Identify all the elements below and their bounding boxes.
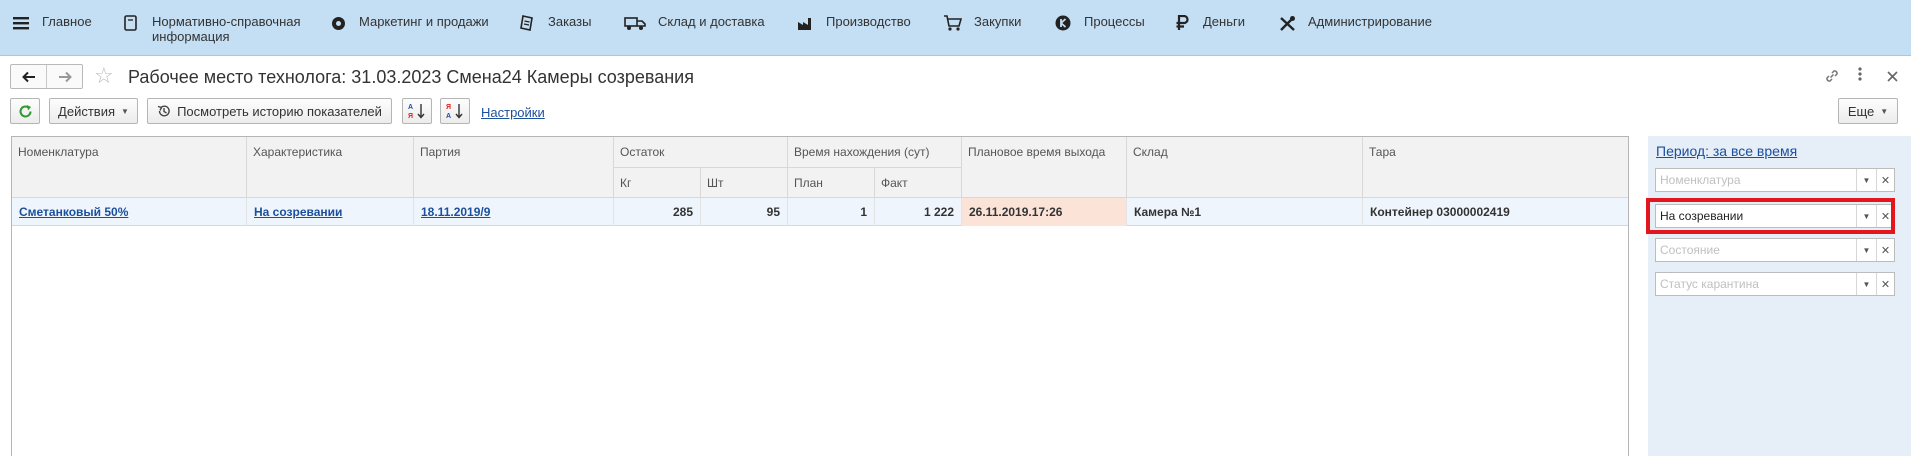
nomenclature-filter-field[interactable]: Номенклатура ▼ ✕ (1655, 168, 1895, 192)
sort-ascending-button[interactable]: АЯ (402, 98, 432, 124)
section-label: Нормативно-справочная информация (152, 14, 301, 44)
history-button[interactable]: Посмотреть историю показателей (147, 98, 392, 124)
svg-text:А: А (408, 104, 413, 111)
clear-icon[interactable]: ✕ (1876, 239, 1894, 261)
column-header-remainder[interactable]: Остаток (614, 137, 788, 168)
cell-pcs: 95 (701, 198, 788, 226)
section-label: Склад и доставка (658, 14, 765, 29)
section-label: Процессы (1084, 14, 1145, 29)
cart-icon (942, 14, 962, 32)
cell-characteristic[interactable]: На созревании (247, 198, 414, 226)
history-label: Посмотреть историю показателей (177, 103, 382, 119)
section-marketing[interactable]: Маркетинг и продажи (329, 14, 489, 32)
section-processes[interactable]: Процессы (1054, 14, 1145, 32)
section-orders[interactable]: Заказы (518, 14, 591, 32)
more-button[interactable]: Еще ▼ (1838, 98, 1898, 124)
ruble-icon (1173, 14, 1191, 32)
cell-container: Контейнер 03000002419 (1370, 205, 1510, 219)
back-button[interactable] (11, 65, 47, 88)
cell-fact: 1 222 (875, 198, 962, 226)
state-filter-input[interactable]: Состояние (1656, 239, 1856, 261)
reference-book-icon (122, 14, 140, 32)
highlight-annotation-box (1646, 198, 1895, 234)
sort-descending-icon: ЯА (446, 104, 463, 120)
refresh-button[interactable] (10, 98, 40, 124)
svg-text:Я: Я (408, 113, 413, 120)
data-table[interactable]: Номенклатура Характеристика Партия Остат… (11, 136, 1629, 456)
table-row[interactable]: Сметанковый 50% На созревании 18.11.2019… (12, 198, 1628, 226)
link-icon[interactable] (1824, 68, 1840, 87)
section-label: Маркетинг и продажи (359, 14, 489, 29)
forward-button[interactable] (47, 65, 82, 88)
orders-icon (518, 14, 536, 32)
column-header-plan[interactable]: План (788, 168, 875, 198)
chevron-down-icon[interactable]: ▼ (1856, 169, 1876, 191)
section-label: Администрирование (1308, 14, 1432, 29)
cell-plan: 1 (788, 198, 875, 226)
section-main[interactable]: Главное (12, 14, 92, 32)
cell-kg: 285 (614, 198, 701, 226)
page-title: Рабочее место технолога: 31.03.2023 Смен… (128, 67, 694, 87)
truck-icon (624, 14, 646, 32)
state-filter-field[interactable]: Состояние ▼ ✕ (1655, 238, 1895, 262)
cell-planned-exit: 26.11.2019.17:26 (962, 198, 1127, 226)
actions-button[interactable]: Действия ▼ (49, 98, 138, 124)
section-label: Заказы (548, 14, 592, 29)
column-header-fact[interactable]: Факт (875, 168, 962, 198)
quarantine-status-filter-field[interactable]: Статус карантина ▼ ✕ (1655, 272, 1895, 296)
column-header-planned-exit[interactable]: Плановое время выхода (962, 137, 1127, 198)
arrow-right-icon (58, 71, 72, 82)
nomenclature-filter-input[interactable]: Номенклатура (1656, 169, 1856, 191)
section-production[interactable]: Производство (796, 14, 911, 32)
column-header-kg[interactable]: Кг (614, 168, 701, 198)
clear-icon[interactable]: ✕ (1876, 273, 1894, 295)
history-icon (157, 104, 171, 118)
column-header-pcs[interactable]: Шт (701, 168, 788, 198)
cell-batch[interactable]: 18.11.2019/9 (414, 198, 614, 226)
sort-ascending-icon: АЯ (408, 104, 425, 120)
tools-icon (1278, 14, 1296, 32)
section-label: Производство (826, 14, 911, 29)
svg-text:А: А (446, 113, 451, 120)
favorite-star-icon[interactable]: ☆ (94, 63, 114, 89)
menu-icon (12, 14, 30, 32)
svg-text:Я: Я (446, 104, 451, 111)
actions-label: Действия (58, 103, 116, 119)
processes-icon (1054, 14, 1072, 32)
section-reference[interactable]: Нормативно-справочная информация (122, 14, 302, 44)
more-vertical-icon[interactable] (1858, 67, 1862, 84)
settings-link[interactable]: Настройки (481, 105, 545, 120)
more-label: Еще (1847, 103, 1875, 119)
column-header-characteristic[interactable]: Характеристика (247, 137, 414, 198)
cell-warehouse: Камера №1 (1127, 198, 1363, 226)
quarantine-status-filter-input[interactable]: Статус карантина (1656, 273, 1856, 295)
period-link[interactable]: Период: за все время (1656, 143, 1797, 159)
factory-icon (796, 14, 814, 32)
sections-panel: Главное Нормативно-справочная информация… (0, 0, 1911, 56)
clear-icon[interactable]: ✕ (1876, 169, 1894, 191)
section-money[interactable]: Деньги (1173, 14, 1245, 32)
arrow-left-icon (21, 71, 35, 82)
section-purchases[interactable]: Закупки (942, 14, 1021, 32)
navigation-buttons (10, 64, 83, 89)
chevron-down-icon[interactable]: ▼ (1856, 273, 1876, 295)
section-label: Закупки (974, 14, 1022, 29)
refresh-icon (19, 104, 31, 117)
column-header-container[interactable]: Тара (1363, 137, 1628, 198)
sort-descending-button[interactable]: ЯА (440, 98, 470, 124)
chevron-down-icon: ▼ (1880, 106, 1889, 116)
chevron-down-icon: ▼ (121, 106, 129, 116)
column-header-nomenclature[interactable]: Номенклатура (12, 137, 247, 198)
close-icon[interactable] (1887, 69, 1898, 85)
section-warehouse[interactable]: Склад и доставка (624, 14, 765, 32)
marketing-icon (329, 14, 347, 32)
section-label: Главное (42, 14, 92, 29)
section-administration[interactable]: Администрирование (1278, 14, 1432, 32)
column-header-batch[interactable]: Партия (414, 137, 614, 198)
column-header-warehouse[interactable]: Склад (1127, 137, 1363, 198)
section-label: Деньги (1203, 14, 1245, 29)
cell-nomenclature[interactable]: Сметанковый 50% (12, 198, 247, 226)
column-header-time-in-place[interactable]: Время нахождения (сут) (788, 137, 962, 168)
chevron-down-icon[interactable]: ▼ (1856, 239, 1876, 261)
